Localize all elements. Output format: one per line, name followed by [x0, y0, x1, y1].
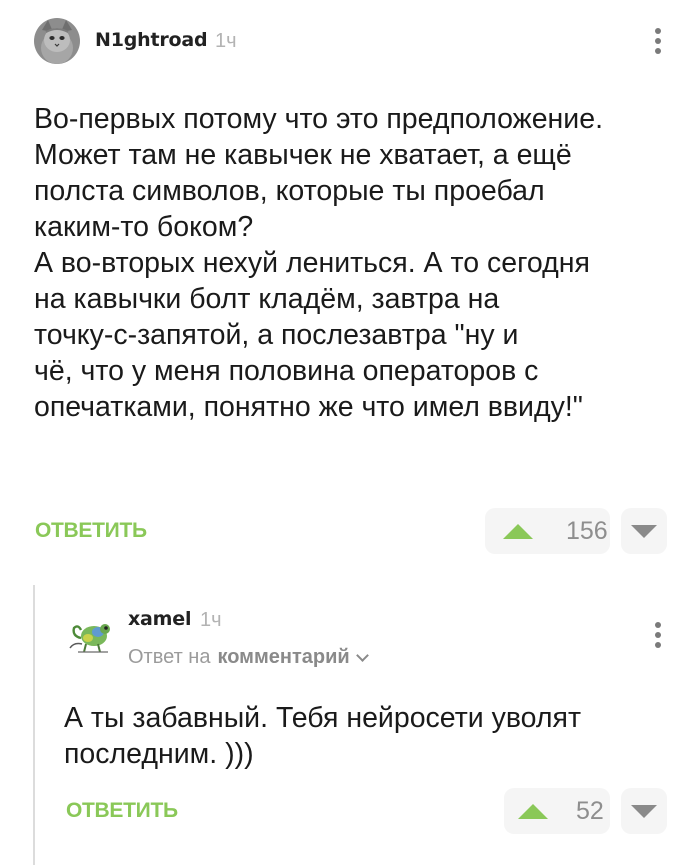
reply-button[interactable]: ОТВЕТИТЬ — [66, 799, 178, 823]
comment: N1ghtroad 1ч Во-первых потому что это пр… — [0, 0, 700, 585]
comment-time: 1ч — [200, 609, 222, 631]
downvote-button[interactable] — [621, 788, 667, 834]
reply-button[interactable]: ОТВЕТИТЬ — [35, 519, 147, 543]
downvote-arrow-icon — [631, 804, 657, 818]
downvote-button[interactable] — [621, 508, 667, 554]
upvote-button[interactable]: 156 — [485, 508, 610, 554]
reply-to-target[interactable]: комментарий — [217, 646, 349, 669]
chevron-down-icon — [355, 648, 369, 662]
author-name[interactable]: xamel — [128, 608, 191, 630]
comment-time: 1ч — [215, 30, 237, 52]
chameleon-avatar-icon[interactable] — [64, 608, 116, 660]
upvote-arrow-icon — [518, 803, 548, 819]
reply-comment: xamel 1ч Ответ на комментарий А ты забав… — [0, 585, 700, 865]
upvote-button[interactable]: 52 — [504, 788, 610, 834]
comment-text: Во-первых потому что это предположение. … — [34, 103, 603, 423]
upvote-arrow-icon — [503, 523, 533, 539]
rating-count: 52 — [576, 796, 604, 825]
more-options-icon[interactable] — [648, 24, 668, 58]
reply-to-prefix: Ответ на — [128, 646, 211, 668]
reply-to-link[interactable]: Ответ на комментарий — [128, 646, 369, 669]
comment-text: А ты забавный. Тебя нейросети уволят пос… — [64, 702, 581, 770]
more-options-icon[interactable] — [648, 618, 668, 652]
cat-avatar-icon[interactable] — [34, 18, 80, 64]
downvote-arrow-icon — [631, 524, 657, 538]
author-name[interactable]: N1ghtroad — [95, 29, 208, 51]
rating-count: 156 — [566, 516, 608, 545]
